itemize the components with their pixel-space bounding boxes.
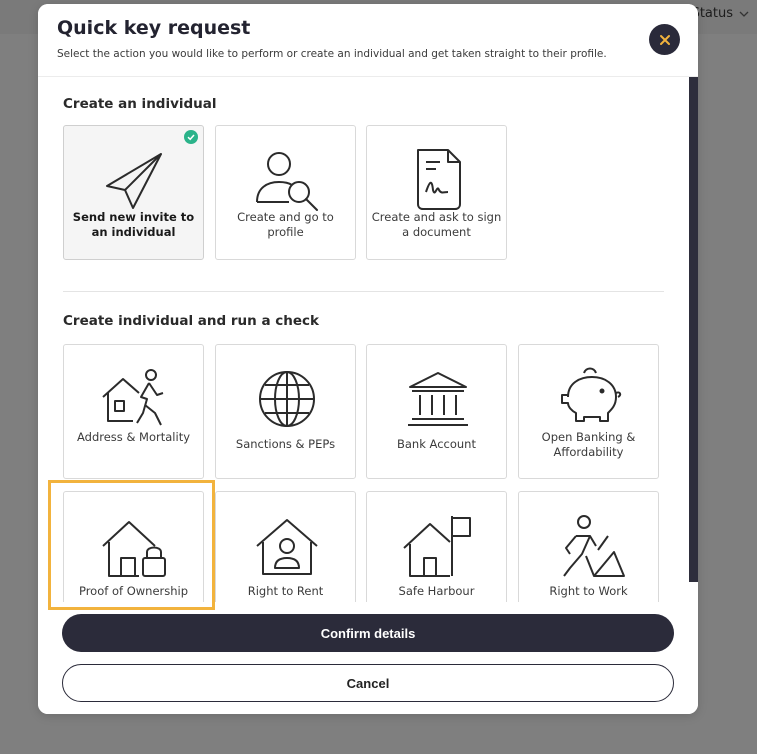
- house-person-icon: [102, 369, 164, 426]
- close-icon: [659, 34, 670, 45]
- card-open-banking[interactable]: Open Banking & Affordability: [518, 344, 659, 479]
- confirm-details-button[interactable]: Confirm details: [62, 614, 674, 652]
- card-right-to-work[interactable]: Right to Work: [518, 491, 659, 602]
- modal-footer: Confirm details Cancel: [38, 602, 698, 714]
- card-label: Proof of Ownership: [78, 584, 189, 598]
- modal-title: Quick key request: [57, 17, 251, 39]
- user-search-icon: [256, 152, 318, 211]
- check-badge-icon: [184, 130, 198, 144]
- modal-subtitle: Select the action you would like to perf…: [57, 48, 607, 60]
- house-lock-icon: [102, 521, 166, 577]
- close-button[interactable]: [649, 24, 680, 55]
- card-create-profile[interactable]: Create and go to profile: [215, 125, 356, 260]
- card-sanctions-peps[interactable]: Sanctions & PEPs: [215, 344, 356, 479]
- modal-content: Create an individual Send new invite to …: [38, 77, 698, 602]
- section-divider: [63, 291, 664, 292]
- scrollbar[interactable]: [689, 74, 698, 582]
- document-signature-icon: [417, 149, 461, 210]
- card-label: Sanctions & PEPs: [235, 437, 336, 451]
- card-address-mortality[interactable]: Address & Mortality: [63, 344, 204, 479]
- card-right-to-rent[interactable]: Right to Rent: [215, 491, 356, 602]
- paper-plane-icon: [106, 153, 162, 209]
- quick-key-modal: Quick key request Select the action you …: [38, 4, 698, 714]
- worker-icon: [563, 515, 625, 577]
- status-dropdown[interactable]: Status: [692, 6, 749, 21]
- globe-icon: [259, 371, 315, 427]
- card-label: Send new invite to an individual: [72, 210, 195, 239]
- piggy-bank-icon: [561, 367, 622, 422]
- cancel-button[interactable]: Cancel: [62, 664, 674, 702]
- card-bank-account[interactable]: Bank Account: [366, 344, 507, 479]
- card-label: Create and ask to sign a document: [371, 210, 502, 239]
- modal-header: Quick key request Select the action you …: [38, 4, 698, 77]
- card-label: Right to Work: [549, 584, 628, 598]
- bank-icon: [408, 372, 468, 426]
- card-label: Open Banking & Affordability: [541, 430, 636, 459]
- house-flag-icon: [403, 516, 471, 577]
- card-label: Safe Harbour: [398, 584, 475, 598]
- card-label: Address & Mortality: [76, 430, 191, 444]
- card-proof-ownership[interactable]: Proof of Ownership: [63, 491, 204, 602]
- card-safe-harbour[interactable]: Safe Harbour: [366, 491, 507, 602]
- card-label: Bank Account: [397, 437, 476, 451]
- house-tenant-icon: [256, 519, 318, 575]
- section-title-create: Create an individual: [63, 96, 217, 112]
- chevron-down-icon: [739, 11, 749, 17]
- section-title-checks: Create individual and run a check: [63, 313, 320, 329]
- card-label: Right to Rent: [247, 584, 324, 598]
- card-send-invite[interactable]: Send new invite to an individual: [63, 125, 204, 260]
- card-sign-document[interactable]: Create and ask to sign a document: [366, 125, 507, 260]
- card-label: Create and go to profile: [237, 210, 334, 239]
